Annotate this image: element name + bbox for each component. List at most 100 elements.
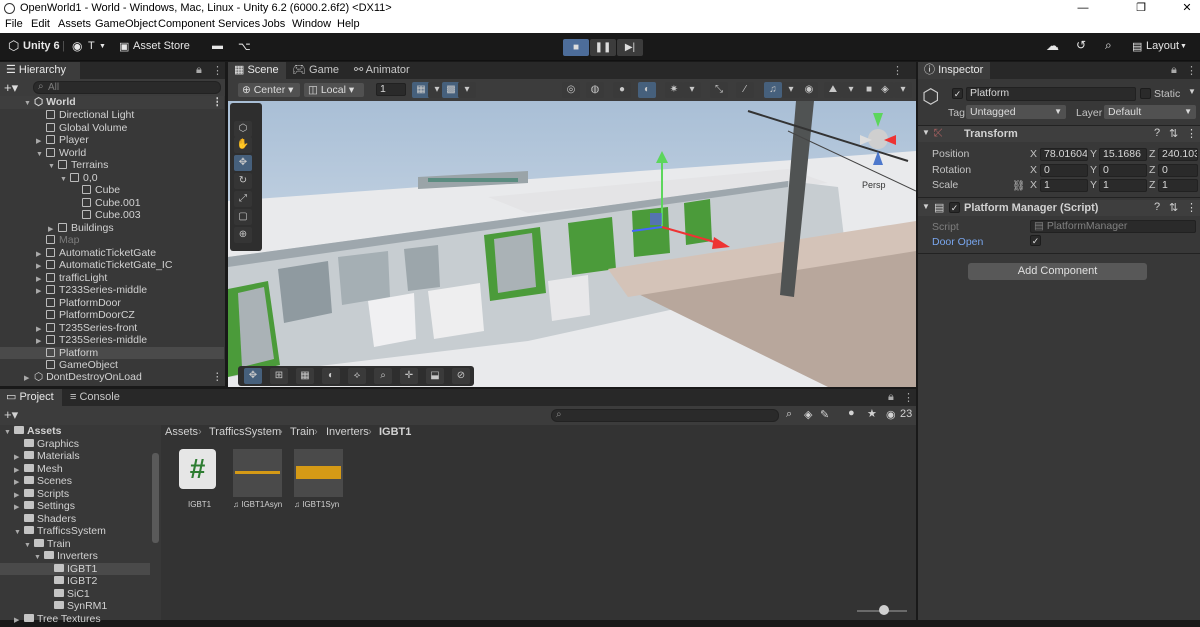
hierarchy-item[interactable]: Cube	[0, 184, 224, 197]
menu-edit[interactable]: Edit	[31, 18, 50, 30]
hidden-packages-icon[interactable]: ◉	[886, 408, 896, 421]
hierarchy-item[interactable]: ▶T235Series-middle	[0, 334, 224, 347]
rotate-tool-icon[interactable]: ↻	[234, 173, 252, 189]
transform-tool-icon[interactable]: ⊕	[234, 227, 252, 243]
hierarchy-item[interactable]: ▶T233Series-middle	[0, 284, 224, 297]
package-icon[interactable]: ▬	[212, 40, 223, 52]
hierarchy-item[interactable]: Cube.001	[0, 197, 224, 210]
filter-label-icon[interactable]: ✎	[820, 408, 829, 421]
breadcrumb-train[interactable]: Train	[290, 426, 315, 438]
lock-icon[interactable]: 🔒︎	[1171, 64, 1177, 77]
scene-row[interactable]: ▼⬡ World ⋮	[0, 96, 224, 109]
scale-tool-icon[interactable]: ⤢	[234, 191, 252, 207]
component-enabled-checkbox[interactable]: ✓	[949, 202, 960, 213]
panel-menu-icon[interactable]: ⋮	[212, 64, 223, 77]
account-button[interactable]: T	[88, 40, 95, 52]
breadcrumb-trafficssystem[interactable]: TrafficsSystem	[209, 426, 281, 438]
help-icon[interactable]: ?	[1154, 127, 1160, 139]
asset-item-audio-2[interactable]: ♫ IGBT1Syn	[294, 449, 343, 497]
hierarchy-item[interactable]: ▶trafficLight	[0, 272, 224, 285]
hierarchy-item[interactable]: ▼0,0	[0, 172, 224, 185]
step-button[interactable]: ▶|	[617, 39, 643, 56]
menu-assets[interactable]: Assets	[58, 18, 91, 30]
rotation-x-field[interactable]: 0	[1040, 164, 1088, 177]
layout-dropdown[interactable]: Layout	[1146, 40, 1179, 52]
hierarchy-item[interactable]: Platform	[0, 347, 224, 360]
move-tool-icon[interactable]: ✥	[234, 155, 252, 171]
favorite-star-icon[interactable]: ★	[867, 407, 877, 420]
constrain-proportions-icon[interactable]: ⛓	[1012, 179, 1025, 192]
layout-dropdown-icon[interactable]: ▼	[1180, 43, 1187, 50]
close-button[interactable]: ✕	[1164, 0, 1200, 17]
hierarchy-item[interactable]: Map	[0, 234, 224, 247]
hierarchy-item[interactable]: ▼Terrains	[0, 159, 224, 172]
rotation-z-field[interactable]: 0	[1158, 164, 1198, 177]
hierarchy-item[interactable]: Directional Light	[0, 109, 224, 122]
cloud-icon[interactable]: ☁	[1046, 38, 1059, 54]
camera-settings-dropdown[interactable]: ▾	[842, 82, 860, 98]
asset-item-audio-1[interactable]: ♫ IGBT1Asyn	[233, 449, 282, 497]
asset-store-icon[interactable]: ▣	[119, 40, 129, 53]
rotation-y-field[interactable]: 0	[1099, 164, 1147, 177]
project-folder-item[interactable]: Shaders	[0, 513, 150, 526]
tab-game[interactable]: 🎮︎ Game	[286, 62, 345, 79]
hierarchy-item[interactable]: ▼World	[0, 147, 224, 160]
overlay-move-icon[interactable]: ✥	[244, 368, 262, 384]
panel-menu-icon[interactable]: ⋮	[903, 391, 914, 404]
position-y-field[interactable]: 15.1686	[1099, 148, 1147, 161]
hierarchy-item[interactable]: ▶Buildings	[0, 222, 224, 235]
gizmos-icon[interactable]: ◈	[876, 82, 894, 98]
debug-draw-icon[interactable]: ✷	[665, 82, 683, 98]
hierarchy-item[interactable]: ▶AutomaticTicketGate	[0, 247, 224, 260]
transform-header[interactable]: ▼ ⤪ Transform ? ⇅ ⋮	[918, 126, 1200, 142]
help-icon[interactable]: ?	[1154, 201, 1160, 213]
row-menu-icon[interactable]: ⋮	[212, 371, 223, 384]
layer-dropdown[interactable]: Default▼	[1104, 105, 1196, 119]
hierarchy-item[interactable]: GameObject	[0, 359, 224, 372]
overlay-settings-icon[interactable]: ⊘	[452, 368, 470, 384]
hierarchy-search-input[interactable]: ⌕ All	[33, 81, 221, 94]
lock-icon[interactable]: 🔒︎	[196, 64, 202, 77]
create-asset-button[interactable]: +▾	[4, 407, 18, 423]
hierarchy-item[interactable]: ▶AutomaticTicketGate_IC	[0, 259, 224, 272]
position-x-field[interactable]: 78.01604	[1040, 148, 1088, 161]
foldout-arrow-icon[interactable]: ▼	[922, 202, 930, 211]
panel-menu-icon[interactable]: ⋮	[1186, 64, 1197, 77]
add-component-button[interactable]: Add Component	[968, 263, 1147, 280]
tag-dropdown[interactable]: Untagged▼	[966, 105, 1066, 119]
project-folder-item[interactable]: ▼Train	[0, 538, 150, 551]
audio-toggle-icon[interactable]: ♫	[764, 82, 782, 98]
asset-item-script[interactable]: # IGBT1	[178, 449, 218, 497]
door-open-checkbox[interactable]: ✓	[1030, 235, 1041, 246]
menu-file[interactable]: File	[5, 18, 23, 30]
overlay-camera-icon[interactable]: ⬓	[426, 368, 444, 384]
preset-icon[interactable]: ⇅	[1169, 127, 1178, 140]
hierarchy-item[interactable]: Global Volume	[0, 122, 224, 135]
view-tool-cube-icon[interactable]: ⬡	[234, 121, 252, 137]
lighting-toggle-icon[interactable]: ⁄	[736, 82, 754, 98]
overlay-shading-icon[interactable]: ◐	[322, 368, 340, 384]
overlay-search-icon[interactable]: ⌕	[374, 368, 392, 384]
object-name-field[interactable]: Platform	[966, 87, 1136, 101]
project-folder-item[interactable]: ▶Mesh	[0, 463, 150, 476]
hierarchy-item[interactable]: PlatformDoorCZ	[0, 309, 224, 322]
add-object-button[interactable]: +▾	[4, 80, 18, 96]
effects-dropdown[interactable]: ▾	[782, 82, 800, 98]
static-checkbox[interactable]	[1140, 88, 1151, 99]
camera-settings-icon[interactable]: ⛰	[824, 82, 842, 98]
breadcrumb-inverters[interactable]: Inverters	[326, 426, 369, 438]
static-dropdown-icon[interactable]: ▼	[1188, 87, 1196, 96]
version-control-icon[interactable]: ⌥	[238, 40, 251, 53]
pivot-mode-dropdown[interactable]: ⊕ Center ▾	[238, 83, 300, 97]
search-by-type-icon[interactable]: ⌕	[786, 408, 792, 421]
active-checkbox[interactable]: ✓	[952, 88, 963, 99]
tab-animator[interactable]: ⚯ Animator	[348, 62, 416, 79]
project-folder-item[interactable]: Graphics	[0, 438, 150, 451]
project-folder-item[interactable]: IGBT2	[0, 575, 150, 588]
hierarchy-item[interactable]: ▶T235Series-front	[0, 322, 224, 335]
script-reference-field[interactable]: ▤ PlatformManager	[1030, 220, 1196, 233]
lock-icon[interactable]: 🔒︎	[888, 391, 894, 404]
project-folder-item[interactable]: SiC1	[0, 588, 150, 601]
scale-z-field[interactable]: 1	[1158, 179, 1198, 192]
perspective-label[interactable]: Persp	[862, 180, 886, 190]
